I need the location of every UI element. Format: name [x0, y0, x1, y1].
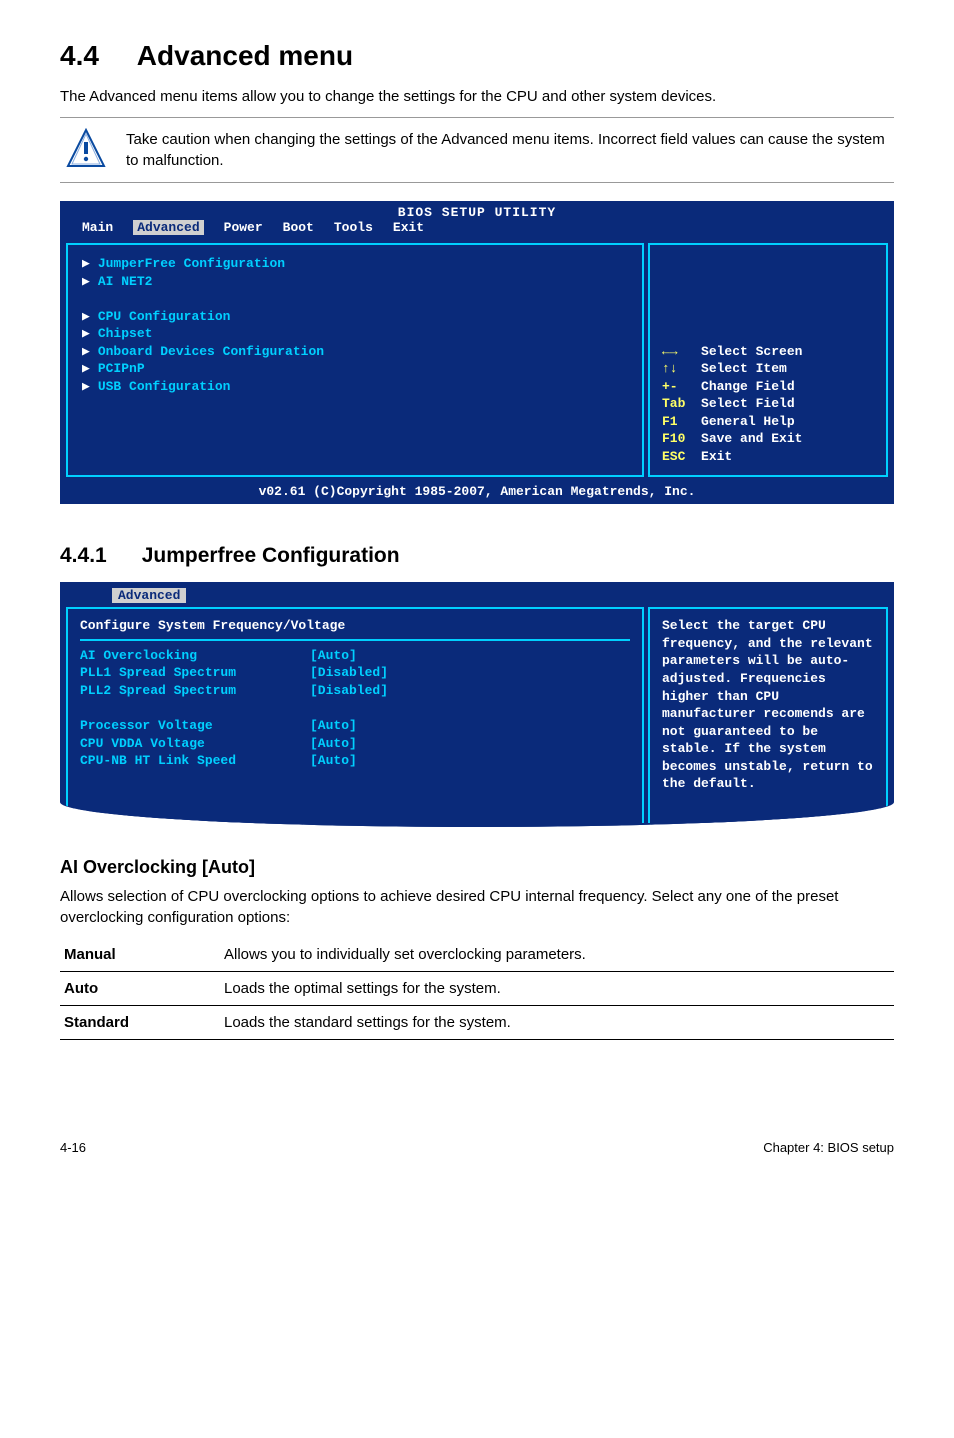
help-key: Tab — [662, 396, 685, 411]
bios-body: ▶ JumperFree Configuration ▶ AI NET2 ▶ CPU … — [62, 239, 892, 481]
chapter-label: Chapter 4: BIOS setup — [763, 1140, 894, 1155]
section-name: Advanced menu — [137, 40, 353, 71]
triangle-icon: ▶ — [82, 379, 90, 394]
help-key: ESC — [662, 449, 685, 464]
setting-label: PLL1 Spread Spectrum — [80, 664, 310, 682]
setting-row[interactable]: PLL2 Spread Spectrum[Disabled] — [80, 682, 630, 700]
ai-overclocking-heading: AI Overclocking [Auto] — [60, 857, 894, 878]
caution-icon — [66, 128, 106, 172]
setting-row[interactable]: AI Overclocking[Auto] — [80, 647, 630, 665]
triangle-icon: ▶ — [82, 274, 90, 289]
table-row: Standard Loads the standard settings for… — [60, 1005, 894, 1039]
tab-advanced[interactable]: Advanced — [133, 220, 203, 235]
tab-boot[interactable]: Boot — [283, 220, 314, 235]
menu-item[interactable]: JumperFree Configuration — [98, 256, 285, 271]
subsection-number: 4.4.1 — [60, 544, 107, 567]
option-key: Auto — [60, 971, 220, 1005]
menu-item[interactable]: AI NET2 — [98, 274, 153, 289]
bios2-settings: Configure System Frequency/Voltage AI Ov… — [66, 607, 644, 822]
setting-value: [Disabled] — [310, 664, 388, 682]
help-label: Select Screen — [701, 344, 802, 359]
setting-value: [Disabled] — [310, 682, 388, 700]
setting-label: Processor Voltage — [80, 717, 310, 735]
bios-jumperfree-box: Advanced Configure System Frequency/Volt… — [60, 582, 894, 826]
help-label: Select Field — [701, 396, 795, 411]
setting-label: CPU-NB HT Link Speed — [80, 752, 310, 770]
setting-label: CPU VDDA Voltage — [80, 735, 310, 753]
setting-spacer — [80, 700, 630, 718]
bios-help-list: ←→ Select Screen ↑↓ Select Item +- Chang… — [662, 343, 874, 466]
triangle-icon: ▶ — [82, 344, 90, 359]
option-key: Standard — [60, 1005, 220, 1039]
bios-menu-list: ▶ JumperFree Configuration ▶ AI NET2 ▶ CPU … — [66, 243, 644, 477]
option-desc: Loads the optimal settings for the syste… — [220, 971, 894, 1005]
bios-help-panel: ←→ Select Screen ↑↓ Select Item +- Chang… — [648, 243, 888, 477]
bios2-body: Configure System Frequency/Voltage AI Ov… — [62, 603, 892, 826]
option-desc: Loads the standard settings for the syst… — [220, 1005, 894, 1039]
setting-row[interactable]: PLL1 Spread Spectrum[Disabled] — [80, 664, 630, 682]
triangle-icon: ▶ — [82, 309, 90, 324]
bios-copyright: v02.61 (C)Copyright 1985-2007, American … — [62, 481, 892, 502]
bios-setup-box: BIOS SETUP UTILITY Main Advanced Power B… — [60, 201, 894, 504]
help-label: Select Item — [701, 361, 787, 376]
option-key: Manual — [60, 938, 220, 972]
tab-main[interactable]: Main — [82, 220, 113, 235]
help-label: Change Field — [701, 379, 795, 394]
page-footer: 4-16 Chapter 4: BIOS setup — [60, 1140, 894, 1155]
subsection-title: 4.4.1 Jumperfree Configuration — [60, 544, 894, 568]
help-label: General Help — [701, 414, 795, 429]
menu-item[interactable]: PCIPnP — [98, 361, 145, 376]
tab-exit[interactable]: Exit — [393, 220, 424, 235]
tab-tools[interactable]: Tools — [334, 220, 373, 235]
tab-power[interactable]: Power — [224, 220, 263, 235]
setting-value: [Auto] — [310, 717, 357, 735]
setting-label: AI Overclocking — [80, 647, 310, 665]
page-number: 4-16 — [60, 1140, 86, 1155]
setting-value: [Auto] — [310, 647, 357, 665]
bios2-header: Configure System Frequency/Voltage — [80, 617, 630, 641]
subsection-name: Jumperfree Configuration — [142, 544, 400, 567]
option-desc: Allows you to individually set overclock… — [220, 938, 894, 972]
menu-item[interactable]: USB Configuration — [98, 379, 231, 394]
triangle-icon: ▶ — [82, 326, 90, 341]
caution-text: Take caution when changing the settings … — [126, 129, 888, 171]
section-number: 4.4 — [60, 40, 99, 71]
menu-item[interactable]: Chipset — [98, 326, 153, 341]
table-row: Manual Allows you to individually set ov… — [60, 938, 894, 972]
help-key: ←→ — [662, 344, 678, 359]
menu-item[interactable]: CPU Configuration — [98, 309, 231, 324]
triangle-icon: ▶ — [82, 361, 90, 376]
ai-overclocking-desc: Allows selection of CPU overclocking opt… — [60, 886, 894, 928]
overclocking-options-table: Manual Allows you to individually set ov… — [60, 938, 894, 1040]
setting-value: [Auto] — [310, 752, 357, 770]
bios2-help: Select the target CPU frequency, and the… — [648, 607, 888, 822]
help-key: ↑↓ — [662, 361, 678, 376]
setting-row[interactable]: Processor Voltage[Auto] — [80, 717, 630, 735]
setting-label: PLL2 Spread Spectrum — [80, 682, 310, 700]
bios2-tabrow: Advanced — [62, 584, 892, 603]
table-row: Auto Loads the optimal settings for the … — [60, 971, 894, 1005]
triangle-icon: ▶ — [82, 256, 90, 271]
bios-tabs: Main Advanced Power Boot Tools Exit — [62, 220, 892, 239]
caution-box: Take caution when changing the settings … — [60, 117, 894, 183]
help-key: F1 — [662, 414, 678, 429]
help-key: +- — [662, 379, 678, 394]
help-label: Save and Exit — [701, 431, 802, 446]
help-label: Exit — [701, 449, 732, 464]
setting-value: [Auto] — [310, 735, 357, 753]
setting-row[interactable]: CPU-NB HT Link Speed[Auto] — [80, 752, 630, 770]
tab-advanced[interactable]: Advanced — [112, 588, 186, 603]
setting-row[interactable]: CPU VDDA Voltage[Auto] — [80, 735, 630, 753]
bios-title: BIOS SETUP UTILITY — [62, 203, 892, 220]
help-key: F10 — [662, 431, 685, 446]
intro-text: The Advanced menu items allow you to cha… — [60, 86, 894, 107]
menu-item[interactable]: Onboard Devices Configuration — [98, 344, 324, 359]
section-title: 4.4 Advanced menu — [60, 40, 894, 72]
